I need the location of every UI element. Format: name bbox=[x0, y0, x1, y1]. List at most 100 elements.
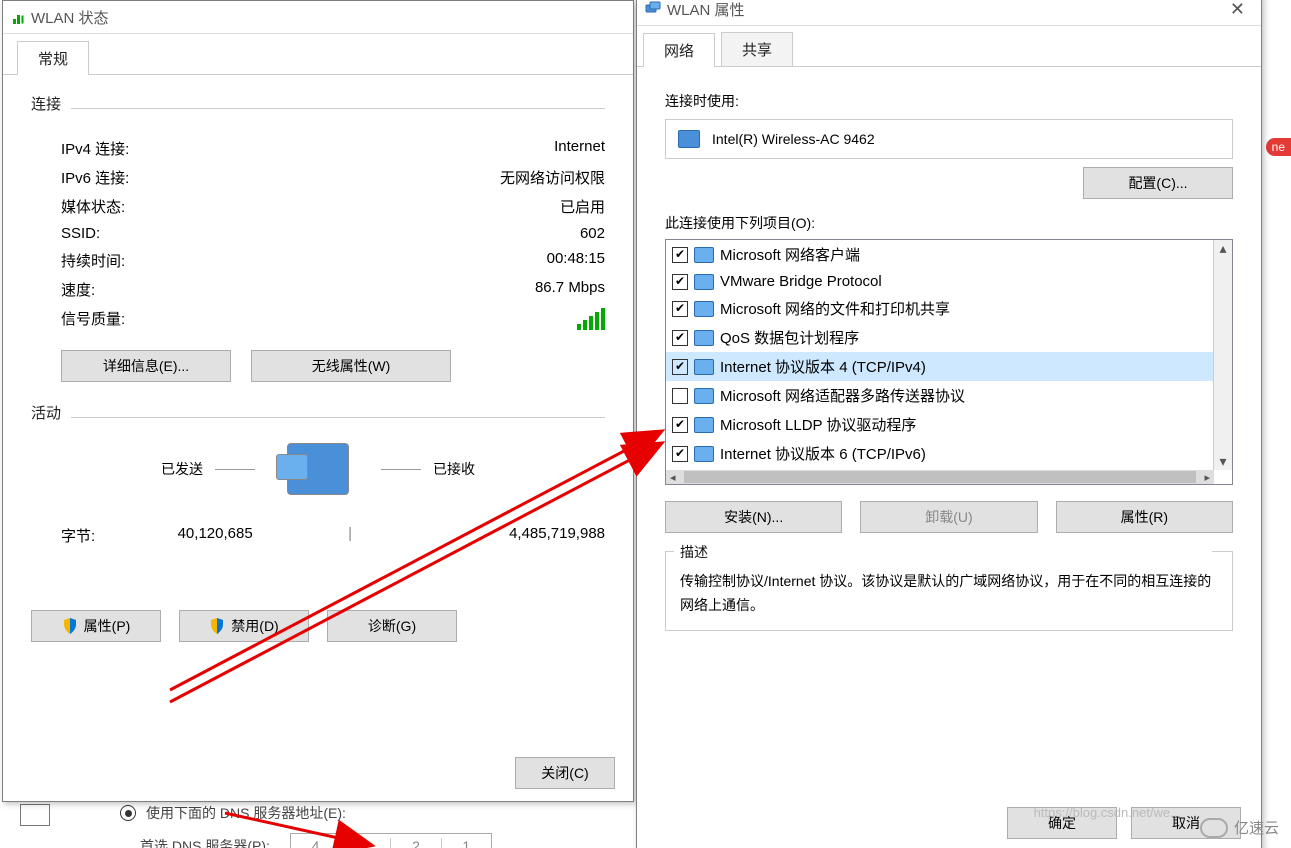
section-connection: 连接 bbox=[31, 93, 61, 114]
bg-rect-icon bbox=[20, 804, 50, 826]
item-label: QoS 数据包计划程序 bbox=[720, 327, 859, 348]
ipv6-label: IPv6 连接: bbox=[61, 167, 129, 188]
description-fieldset: 描述 传输控制协议/Internet 协议。该协议是默认的广域网络协议，用于在不… bbox=[665, 551, 1233, 631]
ipv4-label: IPv4 连接: bbox=[61, 138, 129, 159]
protocol-icon bbox=[694, 301, 714, 317]
item-label: Microsoft 网络客户端 bbox=[720, 244, 860, 265]
wireless-props-button[interactable]: 无线属性(W) bbox=[251, 350, 451, 382]
install-button[interactable]: 安装(N)... bbox=[665, 501, 842, 533]
checkbox[interactable] bbox=[672, 247, 688, 263]
network-item[interactable]: Microsoft LLDP 协议驱动程序 bbox=[666, 410, 1232, 439]
bg-dns-radio-label: 使用下面的 DNS 服务器地址(E): bbox=[146, 803, 346, 823]
duration-value: 00:48:15 bbox=[547, 250, 605, 271]
duration-label: 持续时间: bbox=[61, 250, 125, 271]
page-badge: ne bbox=[1266, 138, 1291, 156]
checkbox[interactable] bbox=[672, 446, 688, 462]
network-item[interactable]: Internet 协议版本 4 (TCP/IPv4) bbox=[666, 352, 1232, 381]
media-label: 媒体状态: bbox=[61, 196, 125, 217]
bytes-sent: 40,120,685 bbox=[95, 525, 335, 546]
close-icon[interactable]: ✕ bbox=[1222, 0, 1253, 20]
status-tabstrip: 常规 bbox=[3, 34, 633, 75]
protocol-icon bbox=[694, 446, 714, 462]
divider bbox=[71, 417, 605, 418]
bg-dns-pref-row: 首选 DNS 服务器(P): 4221 bbox=[140, 833, 492, 848]
tab-general[interactable]: 常规 bbox=[17, 41, 89, 75]
scroll-down-icon[interactable]: ▾ bbox=[1219, 453, 1226, 470]
network-item[interactable]: Microsoft 网络客户端 bbox=[666, 240, 1232, 269]
network-item[interactable]: QoS 数据包计划程序 bbox=[666, 323, 1232, 352]
cloud-icon bbox=[1200, 818, 1228, 838]
wlan-properties-window: WLAN 属性 ✕ 网络 共享 连接时使用: Intel(R) Wireless… bbox=[636, 0, 1262, 848]
network-item[interactable]: VMware Bridge Protocol bbox=[666, 269, 1232, 294]
item-label: Internet 协议版本 6 (TCP/IPv6) bbox=[720, 443, 926, 464]
checkbox[interactable] bbox=[672, 330, 688, 346]
brand-mark: 亿速云 bbox=[1200, 817, 1279, 838]
close-button[interactable]: 关闭(C) bbox=[515, 757, 615, 789]
wlan-status-window: WLAN 状态 常规 连接 IPv4 连接:Internet IPv6 连接:无… bbox=[2, 0, 634, 802]
scrollbar-vertical[interactable]: ▴ ▾ bbox=[1213, 240, 1232, 470]
protocol-icon bbox=[694, 247, 714, 263]
recv-line bbox=[381, 469, 421, 470]
scrollbar-horizontal[interactable]: ◂ ▸ bbox=[666, 470, 1214, 484]
details-button[interactable]: 详细信息(E)... bbox=[61, 350, 231, 382]
protocol-icon bbox=[694, 417, 714, 433]
scroll-thumb[interactable] bbox=[684, 471, 1197, 483]
item-label: Microsoft LLDP 协议驱动程序 bbox=[720, 414, 916, 435]
properties-button[interactable]: 属性(P) bbox=[31, 610, 161, 642]
activity-computers-icon bbox=[287, 443, 349, 495]
tab-network[interactable]: 网络 bbox=[643, 33, 715, 67]
bg-dns-radio-row: 使用下面的 DNS 服务器地址(E): bbox=[120, 803, 346, 823]
bytes-recv: 4,485,719,988 bbox=[365, 525, 605, 546]
shield-icon bbox=[62, 618, 78, 634]
protocol-icon bbox=[694, 359, 714, 375]
checkbox[interactable] bbox=[672, 417, 688, 433]
adapter-title-icon bbox=[645, 1, 661, 17]
checkbox[interactable] bbox=[672, 274, 688, 290]
scroll-up-icon[interactable]: ▴ bbox=[1219, 240, 1226, 257]
network-item[interactable]: Microsoft 网络适配器多路传送器协议 bbox=[666, 381, 1232, 410]
tab-share[interactable]: 共享 bbox=[721, 32, 793, 66]
checkbox[interactable] bbox=[672, 388, 688, 404]
checkbox[interactable] bbox=[672, 301, 688, 317]
recv-label: 已接收 bbox=[433, 459, 475, 479]
ssid-label: SSID: bbox=[61, 225, 100, 242]
divider bbox=[71, 108, 605, 109]
diagnose-button[interactable]: 诊断(G) bbox=[327, 610, 457, 642]
props-titlebar[interactable]: WLAN 属性 ✕ bbox=[637, 0, 1261, 26]
network-item[interactable]: Microsoft 网络的文件和打印机共享 bbox=[666, 294, 1232, 323]
configure-button[interactable]: 配置(C)... bbox=[1083, 167, 1233, 199]
item-label: Internet 协议版本 4 (TCP/IPv4) bbox=[720, 356, 926, 377]
disable-label: 禁用(D) bbox=[231, 616, 278, 636]
watermark-text: https://blog.csdn.net/we... bbox=[1034, 805, 1181, 820]
network-item[interactable]: Internet 协议版本 6 (TCP/IPv6) bbox=[666, 439, 1232, 468]
disable-button[interactable]: 禁用(D) bbox=[179, 610, 309, 642]
wifi-icon bbox=[11, 10, 25, 24]
adapter-name: Intel(R) Wireless-AC 9462 bbox=[712, 131, 875, 147]
media-value: 已启用 bbox=[560, 196, 605, 217]
bg-dns-pref-label: 首选 DNS 服务器(P): bbox=[140, 836, 270, 848]
adapter-icon bbox=[678, 130, 700, 148]
description-text: 传输控制协议/Internet 协议。该协议是默认的广域网络协议，用于在不同的相… bbox=[680, 570, 1218, 618]
bytes-label: 字节: bbox=[61, 525, 95, 546]
item-label: VMware Bridge Protocol bbox=[720, 273, 882, 290]
speed-label: 速度: bbox=[61, 279, 95, 300]
checkbox[interactable] bbox=[672, 359, 688, 375]
description-legend: 描述 bbox=[674, 542, 1212, 562]
scroll-right-icon[interactable]: ▸ bbox=[1200, 471, 1214, 484]
scroll-left-icon[interactable]: ◂ bbox=[666, 471, 680, 484]
status-title: WLAN 状态 bbox=[31, 7, 109, 28]
item-label: Microsoft 网络适配器多路传送器协议 bbox=[720, 385, 965, 406]
item-label: Microsoft 网络的文件和打印机共享 bbox=[720, 298, 950, 319]
item-properties-button[interactable]: 属性(R) bbox=[1056, 501, 1233, 533]
sent-line bbox=[215, 469, 255, 470]
uninstall-button[interactable]: 卸载(U) bbox=[860, 501, 1037, 533]
connect-using-label: 连接时使用: bbox=[665, 91, 1233, 111]
bg-dns-input: 4221 bbox=[290, 833, 492, 848]
props-title: WLAN 属性 bbox=[667, 0, 745, 20]
ipv6-value: 无网络访问权限 bbox=[500, 167, 605, 188]
sent-label: 已发送 bbox=[161, 459, 203, 479]
network-items-list[interactable]: Microsoft 网络客户端 VMware Bridge Protocol Mic… bbox=[665, 239, 1233, 485]
items-label: 此连接使用下列项目(O): bbox=[665, 213, 1233, 233]
status-titlebar[interactable]: WLAN 状态 bbox=[3, 1, 633, 34]
adapter-box: Intel(R) Wireless-AC 9462 bbox=[665, 119, 1233, 159]
